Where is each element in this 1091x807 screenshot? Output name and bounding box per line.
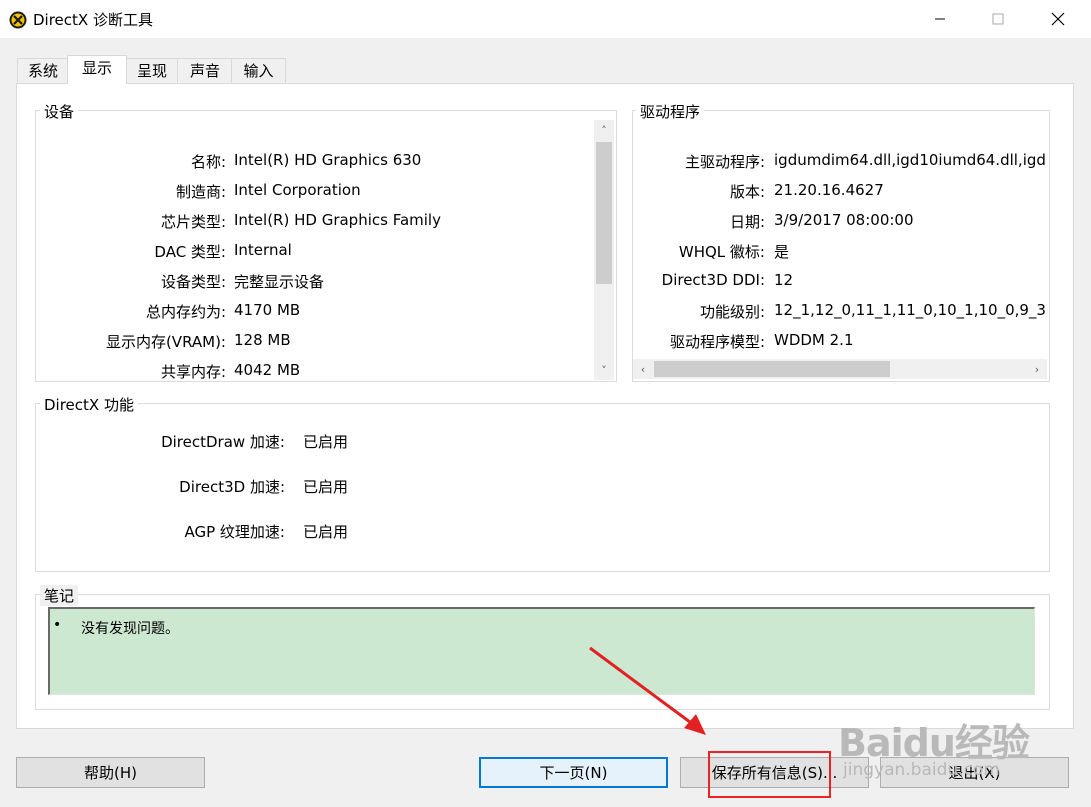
version-label: 版本: (729, 183, 765, 201)
manufacturer-value: Intel Corporation (234, 181, 361, 199)
directdraw-value: 已启用 (303, 433, 349, 451)
close-button[interactable] (1035, 0, 1081, 38)
date-label: 日期: (729, 213, 765, 231)
d3d-ddi-label: Direct3D DDI: (661, 271, 765, 289)
d3d-ddi-value: 12 (774, 271, 794, 289)
notes-item: 没有发现问题。 (81, 621, 179, 637)
tab-sound[interactable]: 声音 (177, 58, 233, 83)
maximize-icon (992, 13, 1004, 25)
window-title: DirectX 诊断工具 (33, 11, 153, 29)
manufacturer-label: 制造商: (175, 183, 226, 201)
main-driver-label: 主驱动程序: (684, 153, 765, 171)
notes-textbox[interactable]: • 没有发现问题。 (48, 607, 1035, 695)
baidu-watermark-url: jingyan.baidu.com (843, 760, 1000, 780)
whql-label: WHQL 徽标: (678, 243, 765, 261)
total-memory-label: 总内存约为: (145, 303, 226, 321)
tab-input[interactable]: 输入 (231, 58, 286, 83)
help-button[interactable]: 帮助(H) (16, 757, 205, 788)
scroll-left-icon[interactable]: ‹ (633, 359, 653, 379)
baidu-watermark-logo: Baidu经验 (838, 721, 1030, 765)
main-driver-value: igdumdim64.dll,igd10iumd64.dll,igd1 (774, 151, 1047, 169)
chip-type-value: Intel(R) HD Graphics Family (234, 211, 441, 229)
dac-type-label: DAC 类型: (154, 243, 226, 261)
directdraw-label: DirectDraw 加速: (161, 433, 285, 451)
feature-levels-value: 12_1,12_0,11_1,11_0,10_1,10_0,9_3,9_2 (774, 301, 1047, 319)
title-bar: DirectX 诊断工具 (0, 0, 1091, 38)
agp-texture-label: AGP 纹理加速: (184, 523, 286, 541)
next-page-button[interactable]: 下一页(N) (479, 757, 668, 788)
device-type-label: 设备类型: (160, 273, 226, 291)
driver-model-value: WDDM 2.1 (774, 331, 854, 349)
shared-memory-label: 共享内存: (160, 363, 226, 381)
version-value: 21.20.16.4627 (774, 181, 884, 199)
device-type-value: 完整显示设备 (234, 273, 325, 291)
notes-group-label: 笔记 (40, 585, 79, 606)
driver-horizontal-scrollbar[interactable]: ‹ › (633, 359, 1047, 379)
vram-label: 显示内存(VRAM): (105, 333, 226, 351)
minimize-button[interactable] (917, 0, 963, 38)
shared-memory-value: 4042 MB (234, 361, 301, 379)
feature-levels-label: 功能级别: (699, 303, 765, 321)
direct3d-value: 已启用 (303, 478, 349, 496)
tab-render[interactable]: 呈现 (125, 58, 179, 83)
dac-type-value: Internal (234, 241, 292, 259)
device-name-value: Intel(R) HD Graphics 630 (234, 151, 422, 169)
direct3d-label: Direct3D 加速: (179, 478, 285, 496)
minimize-icon (935, 18, 945, 20)
tab-strip: 系统 显示 呈现 声音 输入 (0, 38, 1091, 84)
agp-texture-value: 已启用 (303, 523, 349, 541)
maximize-button[interactable] (975, 0, 1021, 38)
directx-features-label: DirectX 功能 (40, 394, 138, 415)
driver-list: 主驱动程序: igdumdim64.dll,igd10iumd64.dll,ig… (633, 111, 1047, 359)
bullet-icon: • (53, 617, 62, 633)
total-memory-value: 4170 MB (234, 301, 301, 319)
tab-display[interactable]: 显示 (67, 55, 127, 84)
scroll-right-icon[interactable]: › (1027, 359, 1047, 379)
device-vertical-scrollbar[interactable]: ˄ ˅ (594, 120, 614, 380)
chip-type-label: 芯片类型: (160, 213, 226, 231)
date-value: 3/9/2017 08:00:00 (774, 211, 914, 229)
vram-value: 128 MB (234, 331, 291, 349)
scrollbar-thumb[interactable] (654, 361, 890, 377)
scrollbar-thumb[interactable] (596, 142, 612, 284)
whql-value: 是 (774, 243, 790, 261)
device-name-label: 名称: (190, 153, 226, 171)
close-icon (1051, 12, 1065, 26)
driver-model-label: 驱动程序模型: (669, 333, 765, 351)
red-arrow-annotation (589, 646, 706, 735)
scroll-down-icon[interactable]: ˅ (594, 360, 614, 380)
directx-app-icon (9, 11, 27, 29)
device-group-label: 设备 (40, 101, 79, 122)
scroll-up-icon[interactable]: ˄ (594, 120, 614, 140)
tab-system[interactable]: 系统 (17, 58, 69, 83)
